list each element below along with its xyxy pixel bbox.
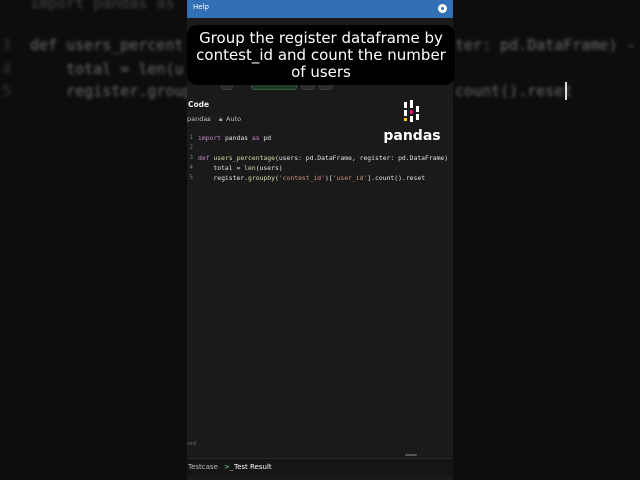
line-number: 4 — [189, 164, 193, 171]
code-token: def — [198, 154, 210, 162]
bottom-tabs: Testcase >_ Test Result — [187, 458, 453, 476]
line-number: 1 — [189, 134, 193, 141]
code-token: register. — [198, 174, 249, 182]
lock-icon: 🔒︎ — [219, 115, 223, 123]
logo-bar — [416, 106, 419, 112]
chevron-down-icon[interactable]: ⌄ — [205, 115, 210, 123]
code-token: ].count().reset — [367, 174, 426, 182]
terminal-icon: >_ — [224, 463, 234, 471]
code-line[interactable]: import pandas as pd — [198, 134, 271, 142]
line-number: 2 — [189, 144, 193, 151]
code-token: pd — [259, 134, 272, 142]
logo-bar — [404, 118, 407, 121]
tab-testcase[interactable]: Testcase — [188, 463, 218, 471]
code-token: groupby — [248, 174, 275, 182]
code-editor[interactable]: 1 import pandas as pd 2 3 def users_percenta… — [187, 130, 453, 460]
auto-mode-label[interactable]: Auto — [226, 115, 241, 123]
code-token: )[ — [325, 174, 333, 182]
logo-bar — [410, 116, 413, 122]
logo-bar — [410, 100, 413, 108]
code-token: users_percentage — [213, 154, 275, 162]
caption-overlay: Group the register dataframe by contest_… — [187, 25, 455, 85]
code-line[interactable]: def users_percentage(users: pd.DataFrame… — [198, 154, 453, 162]
logo-bar — [404, 102, 407, 108]
code-token: (users) — [255, 164, 283, 172]
code-token: (users: pd.DataFrame, register: pd.DataF… — [274, 154, 453, 162]
bg-text-cursor — [565, 82, 567, 100]
help-title[interactable]: Help — [193, 3, 209, 11]
logo-bar — [404, 110, 407, 116]
code-token: 'contest_id' — [278, 174, 325, 182]
code-token: total = — [198, 164, 245, 172]
logo-bar — [410, 110, 413, 114]
footer-label: red — [187, 441, 197, 447]
resize-handle[interactable] — [405, 454, 417, 456]
code-token: as — [251, 134, 260, 142]
code-token: len — [244, 164, 256, 172]
line-number: 3 — [189, 154, 193, 161]
pandas-logo: pandas — [382, 100, 442, 144]
line-number: 5 — [189, 174, 193, 181]
help-bar: Help — [187, 0, 453, 18]
code-line[interactable]: total = len(users) — [198, 164, 283, 172]
tab-test-result[interactable]: Test Result — [234, 463, 272, 471]
logo-bar — [416, 114, 419, 120]
pandas-wordmark: pandas — [383, 128, 441, 144]
code-token: 'user_id' — [332, 174, 368, 182]
code-token: pandas — [221, 134, 252, 142]
code-line[interactable]: register.groupby('contest_id')['user_id'… — [198, 174, 425, 182]
code-token: import — [198, 134, 222, 142]
code-tab-title[interactable]: Code — [188, 100, 209, 109]
caption-text: Group the register dataframe by contest_… — [196, 29, 446, 81]
gear-icon[interactable] — [438, 4, 447, 13]
